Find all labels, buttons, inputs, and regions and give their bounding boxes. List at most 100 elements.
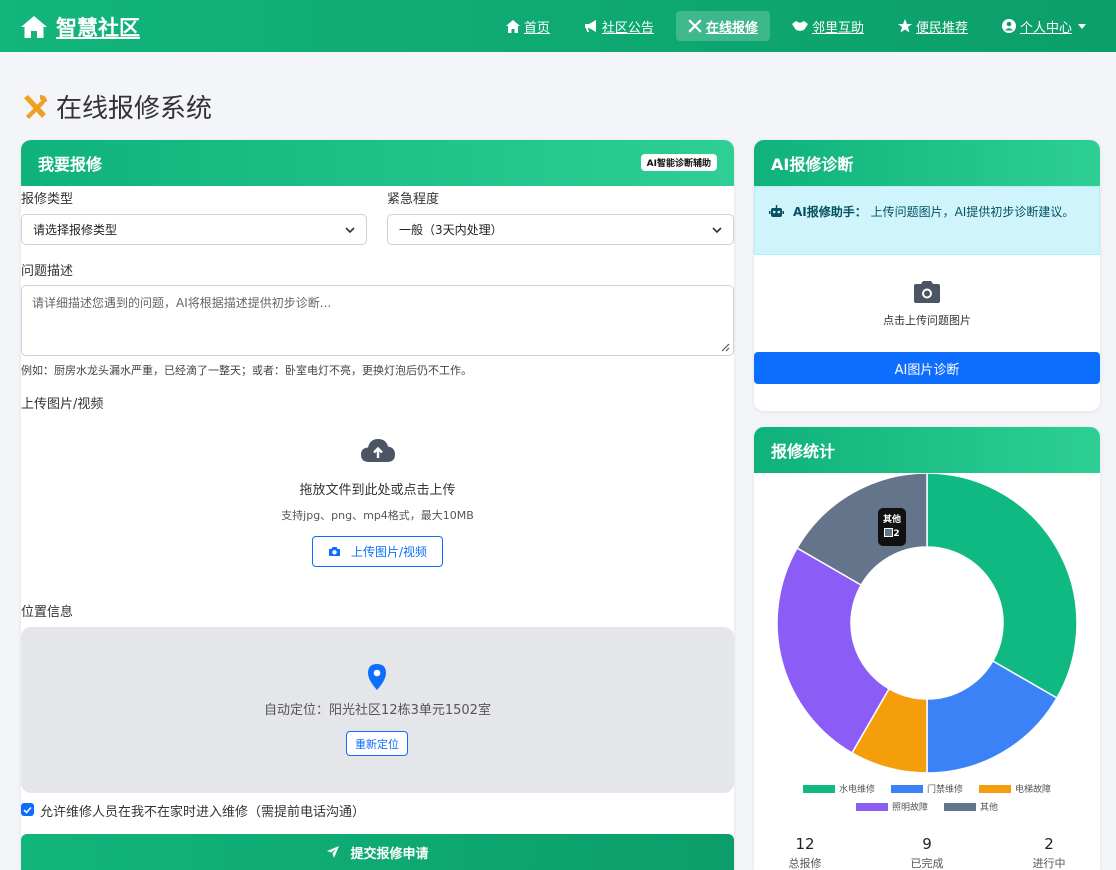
repair-form-header: 我要报修 AI智能诊断辅助: [21, 140, 734, 186]
stat-in-progress-value: 2: [1044, 835, 1054, 853]
legend-item-elevator[interactable]: 电梯故障: [979, 782, 1051, 795]
stat-completed-label: 已完成: [910, 857, 944, 870]
legend-swatch: [890, 784, 923, 793]
page-title: 在线报修系统: [20, 88, 212, 125]
description-placeholder: 请详细描述您遇到的问题，AI将根据描述提供初步诊断...: [32, 296, 332, 310]
ai-diagnosis-header: AI报修诊断: [754, 140, 1100, 186]
chart-legend-row-1: 水电维修 门禁维修 电梯故障: [754, 782, 1100, 795]
ai-image-diagnosis-button[interactable]: AI图片诊断: [754, 352, 1100, 384]
chart-legend-row-2: 照明故障 其他: [754, 800, 1100, 813]
chevron-down-icon: [712, 227, 722, 234]
stat-completed: 9 已完成: [887, 835, 967, 870]
megaphone-icon: [584, 19, 596, 32]
top-navbar: 智慧社区 首页 社区公告 在线报修 邻里互助 便民推荐 个人中心: [0, 0, 1116, 52]
home-icon: [21, 16, 47, 38]
nav-home[interactable]: 首页: [494, 11, 562, 41]
legend-item-other[interactable]: 其他: [944, 800, 998, 813]
upload-subtitle: 支持jpg、png、mp4格式，最大10MB: [281, 509, 474, 522]
urgency-value: 一般（3天内处理）: [399, 223, 503, 237]
check-icon: [23, 806, 32, 814]
ai-diagnosis-title: AI报修诊断: [771, 155, 854, 174]
repair-form-title: 我要报修: [38, 155, 103, 174]
ai-assist-badge: AI智能诊断辅助: [640, 154, 717, 171]
handshake-icon: [791, 21, 808, 31]
location-map[interactable]: 自动定位：阳光社区12栋3单元1502室 重新定位: [21, 627, 734, 793]
camera-icon: [328, 547, 340, 556]
stat-completed-value: 9: [922, 835, 932, 853]
consent-label: 允许维修人员在我不在家时进入维修（需提前电话沟通）: [40, 805, 366, 820]
stat-total: 12 总报修: [765, 835, 845, 870]
ai-diagnosis-card: AI报修诊断 AI报修助手： 上传问题图片，AI提供初步诊断建议。 点击上传问题…: [754, 140, 1100, 411]
urgency-select[interactable]: 一般（3天内处理）: [387, 214, 734, 245]
legend-item-plumbing[interactable]: 水电维修: [802, 782, 875, 795]
urgency-label: 紧急程度: [387, 192, 440, 207]
legend-label: 其他: [980, 803, 999, 813]
user-circle-icon: [1001, 19, 1016, 33]
ai-image-upload[interactable]: 点击上传问题图片: [754, 280, 1100, 328]
ai-info-alert: AI报修助手： 上传问题图片，AI提供初步诊断建议。: [754, 186, 1100, 255]
repair-type-label: 报修类型: [21, 192, 74, 207]
nav-repair[interactable]: 在线报修: [675, 11, 770, 41]
upload-media-button[interactable]: 上传图片/视频: [312, 536, 443, 567]
map-pin-icon: [368, 664, 386, 690]
send-icon: [327, 846, 340, 858]
repair-type-donut-chart: [776, 473, 1078, 774]
home-icon: [505, 19, 520, 33]
chevron-down-icon: [345, 227, 355, 234]
upload-media-button-label: 上传图片/视频: [350, 545, 428, 559]
nav-announcements[interactable]: 社区公告: [572, 11, 666, 41]
repair-type-value: 请选择报修类型: [33, 223, 118, 237]
legend-item-access[interactable]: 门禁维修: [890, 782, 963, 795]
legend-swatch: [979, 784, 1011, 793]
description-hint: 例如：厨房水龙头漏水严重，已经滴了一整天；或者：卧室电灯不亮，更换灯泡后仍不工作…: [21, 364, 472, 377]
main-nav: 首页 社区公告 在线报修 邻里互助 便民推荐 个人中心: [484, 11, 1098, 41]
nav-repair-label: 在线报修: [705, 20, 758, 36]
nav-profile-label: 个人中心: [1019, 20, 1072, 36]
robot-icon: [769, 205, 784, 217]
consent-checkbox[interactable]: [21, 803, 34, 816]
chevron-down-icon: [1078, 23, 1086, 29]
resize-handle-icon[interactable]: [721, 343, 730, 352]
legend-swatch: [802, 784, 835, 793]
cloud-upload-icon: [360, 439, 395, 462]
chart-tooltip-label: 其他: [882, 515, 901, 525]
tools-icon: [688, 19, 702, 33]
nav-recommend-label: 便民推荐: [915, 20, 968, 36]
repair-stats-title: 报修统计: [771, 442, 836, 461]
upload-dropzone[interactable]: 拖放文件到此处或点击上传 支持jpg、png、mp4格式，最大10MB 上传图片…: [21, 430, 734, 580]
legend-swatch: [884, 528, 894, 537]
star-icon: [897, 19, 912, 33]
upload-label: 上传图片/视频: [21, 397, 104, 412]
page-title-text: 在线报修系统: [56, 94, 213, 124]
nav-neighbors[interactable]: 邻里互助: [780, 11, 876, 41]
nav-profile-dropdown[interactable]: 个人中心: [990, 11, 1098, 41]
relocate-button[interactable]: 重新定位: [346, 731, 408, 756]
upload-title: 拖放文件到此处或点击上传: [299, 483, 456, 498]
brand-logo[interactable]: 智慧社区: [20, 12, 140, 42]
chart-tooltip: 其他 2: [878, 508, 906, 546]
brand-name: 智慧社区: [56, 16, 140, 40]
legend-swatch: [855, 802, 888, 811]
ai-alert-title: AI报修助手：: [793, 205, 867, 219]
repair-type-select[interactable]: 请选择报修类型: [21, 214, 367, 245]
camera-icon: [914, 281, 940, 303]
submit-button[interactable]: 提交报修申请: [21, 834, 734, 870]
stat-total-label: 总报修: [788, 857, 822, 870]
chart-tooltip-value: 2: [893, 529, 900, 539]
donut-slice-0[interactable]: [926, 473, 1078, 700]
legend-label: 照明故障: [891, 803, 928, 813]
stat-in-progress-label: 进行中: [1032, 857, 1066, 870]
submit-button-label: 提交报修申请: [350, 846, 429, 862]
legend-label: 电梯故障: [1015, 785, 1052, 795]
legend-item-lighting[interactable]: 照明故障: [855, 800, 928, 813]
nav-recommend[interactable]: 便民推荐: [886, 11, 980, 41]
chart-tooltip-value-row: 2: [878, 528, 906, 539]
location-text: 自动定位：阳光社区12栋3单元1502室: [264, 703, 491, 718]
description-label: 问题描述: [21, 264, 74, 279]
stat-in-progress: 2 进行中: [1009, 835, 1089, 870]
nav-home-label: 首页: [523, 20, 550, 36]
tools-icon: [24, 94, 47, 119]
nav-neighbors-label: 邻里互助: [811, 20, 864, 36]
legend-label: 水电维修: [838, 785, 875, 795]
description-textarea[interactable]: 请详细描述您遇到的问题，AI将根据描述提供初步诊断...: [21, 285, 734, 356]
